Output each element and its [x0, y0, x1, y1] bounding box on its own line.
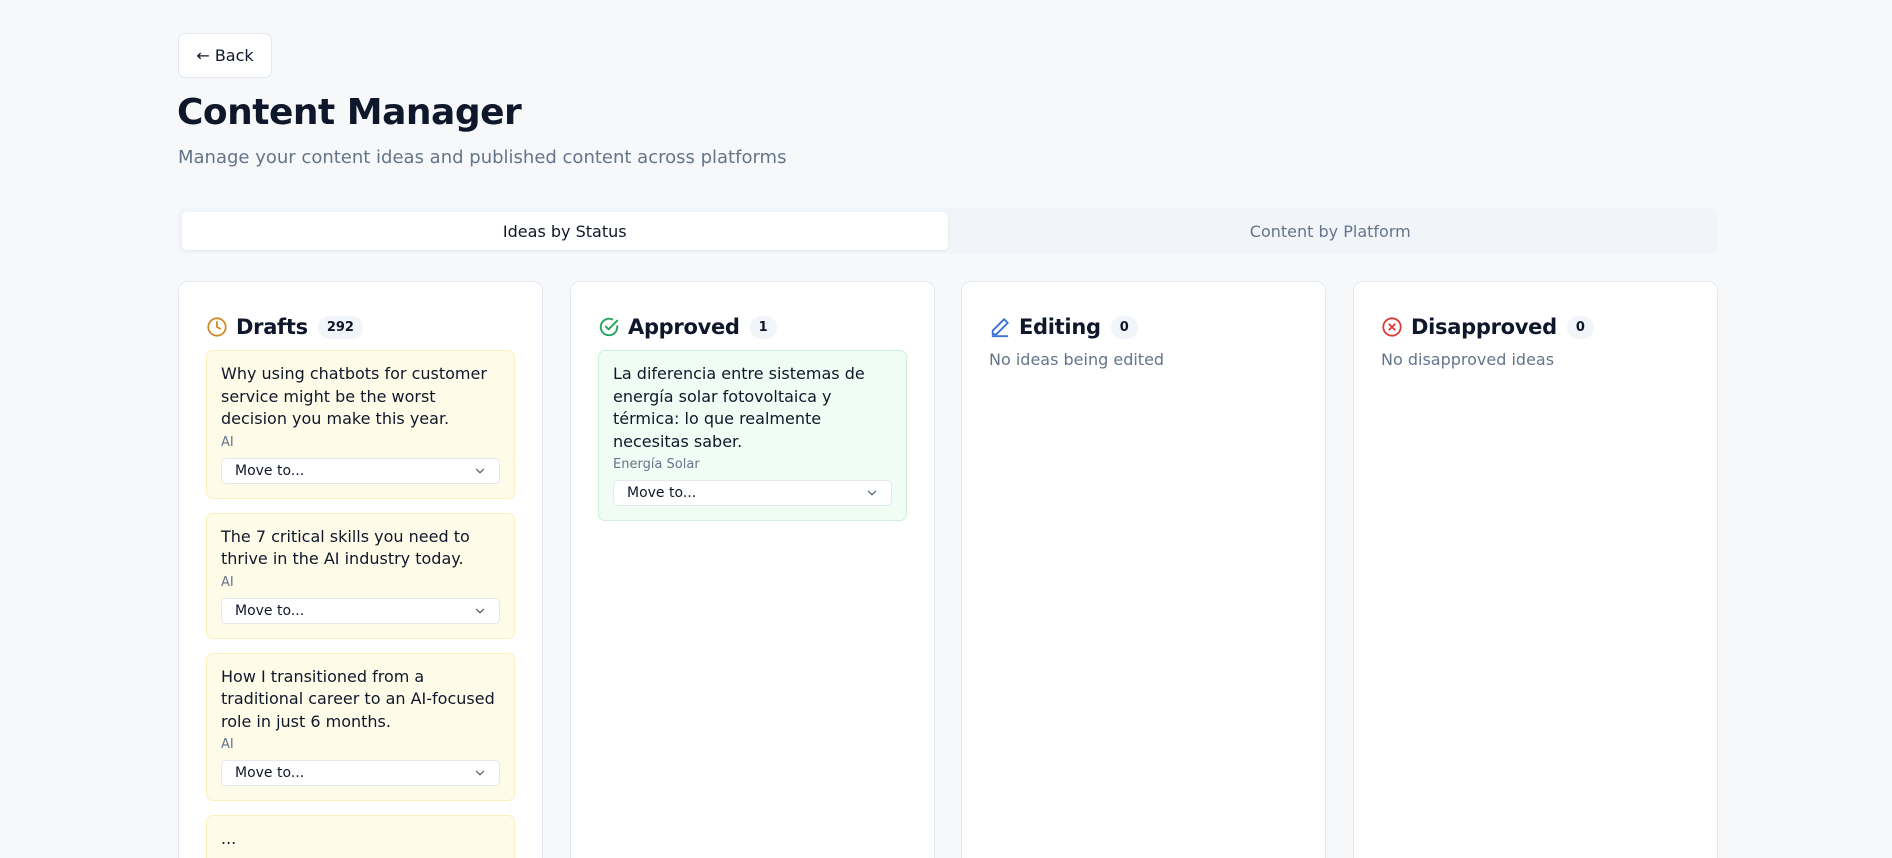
move-to-select[interactable]: Move to...	[221, 760, 500, 786]
disapproved-column: Disapproved 0 No disapproved ideas	[1353, 281, 1718, 858]
content-manager-page: ← Back Content Manager Manage your conte…	[0, 0, 1892, 858]
move-to-select[interactable]: Move to...	[221, 457, 500, 484]
editing-empty-text: No ideas being edited	[989, 350, 1165, 369]
page-subtitle: Manage your content ideas and published …	[178, 147, 787, 168]
idea-title: Why using chatbots for customer service …	[221, 364, 487, 428]
chevron-down-icon	[865, 486, 879, 500]
back-button[interactable]: ← Back	[178, 33, 272, 78]
disapproved-empty-text: No disapproved ideas	[1381, 350, 1555, 369]
view-tabs: Ideas by Status Content by Platform	[178, 208, 1717, 254]
disapproved-count-badge: 0	[1566, 315, 1594, 339]
move-to-label: Move to...	[235, 765, 305, 781]
idea-card[interactable]: Why using chatbots for customer service …	[206, 350, 515, 499]
drafts-column: Drafts 292 Why using chatbots for custom…	[178, 281, 543, 858]
approved-column: Approved 1 La diferencia entre sistemas …	[570, 281, 935, 858]
idea-category: AI	[221, 434, 234, 450]
approved-header: Approved 1	[598, 312, 907, 342]
idea-card[interactable]: ...	[206, 815, 515, 858]
pencil-icon	[989, 316, 1011, 338]
move-to-label: Move to...	[627, 485, 697, 501]
editing-column: Editing 0 No ideas being edited	[961, 281, 1326, 858]
idea-card[interactable]: The 7 critical skills you need to thrive…	[206, 512, 515, 639]
editing-title: Editing	[1019, 315, 1101, 339]
move-to-label: Move to...	[235, 602, 305, 619]
idea-category: AI	[221, 737, 234, 752]
idea-title: La diferencia entre sistemas de energía …	[613, 364, 865, 451]
editing-header: Editing 0	[989, 312, 1298, 342]
drafts-count-badge: 292	[317, 315, 363, 339]
tab-content-by-platform[interactable]: Content by Platform	[948, 212, 1714, 250]
tab-ideas-by-status[interactable]: Ideas by Status	[182, 212, 948, 250]
idea-card[interactable]: How I transitioned from a traditional ca…	[206, 652, 515, 801]
drafts-header: Drafts 292	[206, 312, 515, 342]
move-to-label: Move to...	[235, 462, 305, 479]
move-to-select[interactable]: Move to...	[221, 597, 500, 624]
chevron-down-icon	[473, 766, 487, 780]
chevron-down-icon	[473, 464, 487, 478]
editing-count-badge: 0	[1110, 315, 1138, 339]
clock-icon	[206, 316, 228, 338]
x-circle-icon	[1381, 316, 1403, 338]
page-title: Content Manager	[177, 92, 522, 133]
check-circle-icon	[598, 316, 620, 338]
disapproved-header: Disapproved 0	[1381, 312, 1690, 342]
approved-count-badge: 1	[749, 315, 777, 339]
idea-title: ...	[221, 829, 237, 848]
move-to-select[interactable]: Move to...	[613, 480, 892, 506]
drafts-title: Drafts	[236, 315, 308, 339]
approved-title: Approved	[628, 315, 740, 339]
idea-category: AI	[221, 574, 234, 590]
idea-card[interactable]: La diferencia entre sistemas de energía …	[598, 350, 907, 521]
idea-title: The 7 critical skills you need to thrive…	[221, 526, 470, 569]
chevron-down-icon	[473, 604, 487, 618]
idea-category: Energía Solar	[613, 457, 700, 472]
disapproved-title: Disapproved	[1411, 315, 1557, 339]
idea-title: How I transitioned from a traditional ca…	[221, 666, 495, 731]
